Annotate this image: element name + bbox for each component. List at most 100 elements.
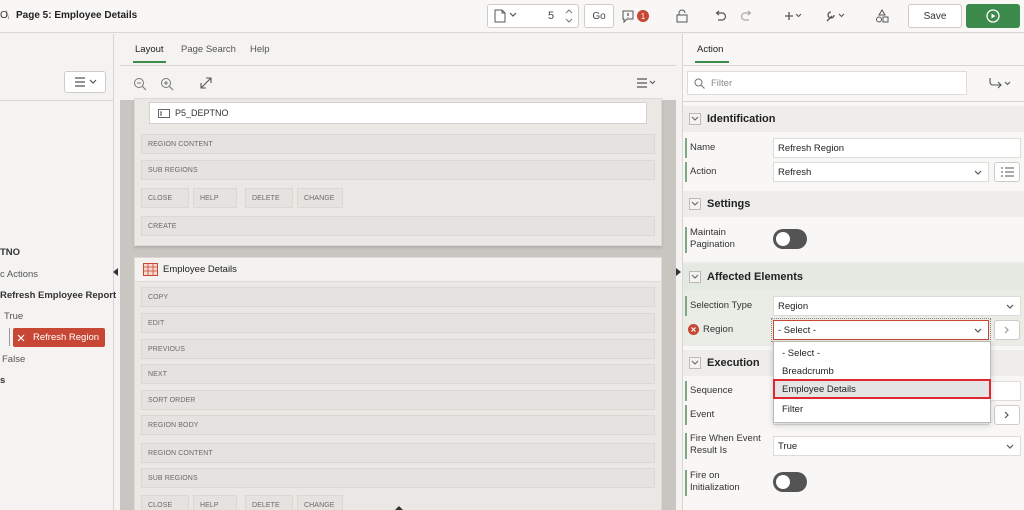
selection-type-select[interactable]: Region	[773, 296, 1021, 316]
collapse-right-icon[interactable]	[676, 268, 681, 276]
page-item-deptno[interactable]: P5_DEPTNO	[149, 102, 647, 124]
save-button[interactable]: Save	[908, 4, 962, 28]
tree-item-processes[interactable]: s	[0, 375, 5, 386]
create-menu-button[interactable]	[780, 4, 806, 28]
position-copy[interactable]: COPY	[141, 287, 655, 307]
chevron-down-icon	[1006, 444, 1014, 450]
position-region-content[interactable]: REGION CONTENT	[141, 443, 655, 463]
position-help[interactable]: HELP	[193, 495, 237, 510]
position-edit[interactable]: EDIT	[141, 313, 655, 333]
action-label: Action	[685, 162, 716, 182]
name-label: Name	[685, 138, 715, 158]
tree-item-label: Refresh Region	[33, 332, 100, 343]
tab-page-search[interactable]: Page Search	[181, 44, 236, 55]
divider	[683, 101, 1024, 102]
expand-icon[interactable]	[200, 77, 212, 89]
property-editor-pane: Action Filter Identification Name Refres…	[682, 34, 1024, 510]
option-employee-details[interactable]: Employee Details	[773, 379, 991, 399]
page-icon	[494, 9, 506, 23]
position-sort-order[interactable]: SORT ORDER	[141, 390, 655, 410]
tab-layout[interactable]: Layout	[135, 44, 164, 55]
tree-item-refresh-employee-report[interactable]: Refresh Employee Report	[0, 290, 116, 301]
divider	[120, 65, 676, 66]
page-title: Page 5: Employee Details	[16, 10, 138, 21]
tree-item-dynamic-actions[interactable]: c Actions	[0, 269, 38, 280]
option-filter[interactable]: Filter	[774, 400, 990, 418]
section-title: Execution	[707, 357, 760, 369]
warning-count-badge: 1	[637, 10, 649, 22]
report-region-icon	[143, 263, 158, 276]
section-title: Affected Elements	[707, 271, 803, 283]
position-close[interactable]: CLOSE	[141, 188, 189, 208]
position-sub-regions[interactable]: SUB REGIONS	[141, 160, 655, 180]
position-close[interactable]: CLOSE	[141, 495, 189, 510]
position-sub-regions[interactable]: SUB REGIONS	[141, 468, 655, 488]
wrench-icon	[824, 9, 846, 23]
page-selector[interactable]: 5	[487, 4, 579, 28]
run-button[interactable]	[966, 4, 1020, 28]
goto-group-icon[interactable]	[988, 77, 1014, 89]
zoom-in-icon[interactable]	[160, 77, 174, 91]
undo-button[interactable]	[709, 4, 731, 28]
tab-help[interactable]: Help	[250, 44, 270, 55]
tree-menu-button[interactable]	[64, 71, 106, 93]
layout-pane: Layout Page Search Help P5_DEPTNO REGION…	[120, 34, 681, 510]
warnings-button[interactable]: 1	[620, 4, 650, 28]
position-next[interactable]: NEXT	[141, 364, 655, 384]
tree-item-false[interactable]: False	[2, 354, 25, 365]
search-icon	[694, 78, 705, 89]
lock-page-button[interactable]	[671, 4, 693, 28]
position-change[interactable]: CHANGE	[297, 188, 343, 208]
fire-when-select[interactable]: True	[773, 436, 1021, 456]
stepper-icon[interactable]	[564, 7, 574, 25]
tree-item-deptno[interactable]: TNO	[0, 247, 20, 258]
prop-row-fire-init: Fire on Initialization	[683, 470, 1024, 496]
position-change[interactable]: CHANGE	[297, 495, 343, 510]
region-header[interactable]: Employee Details	[135, 258, 661, 282]
position-help[interactable]: HELP	[193, 188, 237, 208]
prop-row-name: Name Refresh Region	[683, 138, 1024, 158]
section-settings[interactable]: Settings	[683, 191, 1024, 217]
fire-when-value: True	[778, 440, 798, 452]
utilities-menu-button[interactable]	[820, 4, 850, 28]
event-goto-button[interactable]	[994, 405, 1020, 425]
zoom-out-icon[interactable]	[133, 77, 147, 91]
region-label: Region	[703, 324, 734, 335]
region-goto-button[interactable]	[994, 320, 1020, 340]
error-icon	[688, 324, 699, 335]
collapse-left-icon[interactable]	[113, 268, 118, 276]
close-icon	[17, 334, 25, 342]
position-region-content[interactable]: REGION CONTENT	[141, 134, 655, 154]
chevron-down-icon	[89, 79, 97, 85]
section-identification[interactable]: Identification	[683, 106, 1024, 132]
region-select[interactable]: - Select -	[771, 318, 991, 342]
layout-menu-icon[interactable]	[636, 78, 658, 88]
position-previous[interactable]: PREVIOUS	[141, 339, 655, 359]
fire-init-toggle[interactable]	[773, 472, 807, 492]
go-button[interactable]: Go	[584, 4, 614, 28]
section-affected-elements[interactable]: Affected Elements	[683, 264, 1024, 290]
selection-type-label: Selection Type	[685, 296, 752, 316]
filter-input[interactable]: Filter	[687, 71, 967, 95]
shared-components-button[interactable]	[871, 4, 893, 28]
position-region-body[interactable]: REGION BODY	[141, 415, 655, 435]
list-icon	[1000, 167, 1014, 177]
list-button[interactable]	[994, 162, 1020, 182]
tab-action[interactable]: Action	[697, 44, 723, 55]
resize-handle-icon[interactable]	[395, 505, 403, 510]
position-delete[interactable]: DELETE	[245, 495, 293, 510]
pagination-toggle[interactable]	[773, 229, 807, 249]
option-breadcrumb[interactable]: Breadcrumb	[774, 362, 990, 380]
name-field[interactable]: Refresh Region	[773, 138, 1021, 158]
action-select[interactable]: Refresh	[773, 162, 989, 182]
prop-row-pagination: Maintain Pagination	[683, 227, 1024, 253]
region-card-employee-details[interactable]: Employee Details COPY EDIT PREVIOUS NEXT…	[134, 257, 662, 510]
tree-item-true[interactable]: True	[4, 311, 23, 322]
page-number-input[interactable]: 5	[548, 10, 554, 22]
option-select[interactable]: - Select -	[774, 344, 990, 362]
position-delete[interactable]: DELETE	[245, 188, 293, 208]
redo-button[interactable]	[736, 4, 758, 28]
position-create[interactable]: CREATE	[141, 216, 655, 236]
tree-item-refresh-region-selected[interactable]: Refresh Region	[13, 328, 105, 347]
region-card-top[interactable]: P5_DEPTNO REGION CONTENT SUB REGIONS CLO…	[134, 98, 662, 246]
